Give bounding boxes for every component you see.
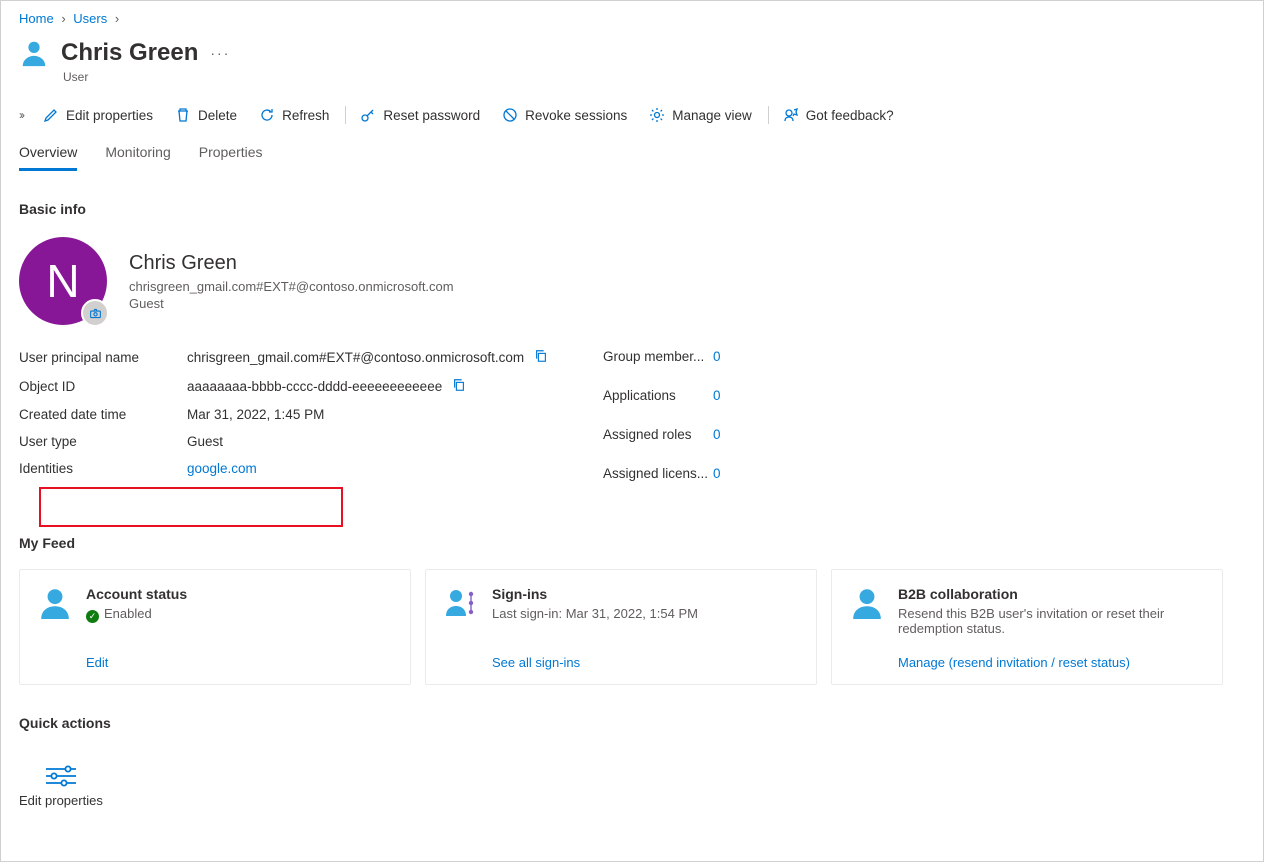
delete-button[interactable]: Delete [175,107,237,123]
upn-label: User principal name [19,350,187,365]
copy-icon [534,349,548,363]
tab-monitoring[interactable]: Monitoring [105,144,170,171]
user-type-label: User type [19,434,187,449]
avatar-initial: N [46,254,79,308]
basic-info-heading: Basic info [19,201,1263,217]
quick-action-label: Edit properties [19,793,103,808]
feedback-icon [783,107,799,123]
reset-password-button[interactable]: Reset password [360,107,480,123]
b2b-title: B2B collaboration [898,586,1204,602]
manage-view-button[interactable]: Manage view [649,107,752,123]
object-id-label: Object ID [19,379,187,394]
breadcrumb-users[interactable]: Users [73,11,107,26]
refresh-button[interactable]: Refresh [259,107,329,123]
person-icon [850,586,884,625]
chevron-right-icon: › [115,11,119,26]
applications-value[interactable]: 0 [713,388,721,403]
person-icon [19,38,49,68]
command-bar: ›› Edit properties Delete Refresh Reset … [19,106,1263,124]
b2b-manage-link[interactable]: Manage (resend invitation / reset status… [850,645,1204,670]
account-status-value: ✓ Enabled [86,606,187,623]
identities-value[interactable]: google.com [187,461,257,476]
trash-icon [175,107,191,123]
camera-icon [89,307,102,320]
feedback-label: Got feedback? [806,108,894,123]
feedback-button[interactable]: Got feedback? [783,107,894,123]
breadcrumb-home[interactable]: Home [19,11,54,26]
profile-type: Guest [129,296,454,311]
quick-action-edit-properties[interactable]: Edit properties [19,765,103,808]
gear-icon [649,107,665,123]
user-type-value: Guest [187,434,223,449]
sign-ins-subtitle: Last sign-in: Mar 31, 2022, 1:54 PM [492,606,698,621]
identities-label: Identities [19,461,187,476]
profile-upn: chrisgreen_gmail.com#EXT#@contoso.onmicr… [129,279,454,294]
edit-properties-label: Edit properties [66,108,153,123]
reset-password-label: Reset password [383,108,480,123]
avatar: N [19,237,107,325]
breadcrumb: Home › Users › [19,11,1263,26]
signins-icon [444,586,478,625]
block-icon [502,107,518,123]
refresh-label: Refresh [282,108,329,123]
created-value: Mar 31, 2022, 1:45 PM [187,407,324,422]
tab-overview[interactable]: Overview [19,144,77,171]
applications-label: Applications [603,388,713,403]
b2b-subtitle: Resend this B2B user's invitation or res… [898,606,1204,636]
sign-ins-title: Sign-ins [492,586,698,602]
page-title: Chris Green [61,39,198,67]
b2b-collaboration-card: B2B collaboration Resend this B2B user's… [831,569,1223,685]
profile-name: Chris Green [129,252,454,275]
assigned-licenses-value[interactable]: 0 [713,466,721,481]
tab-properties[interactable]: Properties [199,144,263,171]
edit-properties-button[interactable]: Edit properties [43,107,153,123]
assigned-roles-value[interactable]: 0 [713,427,721,442]
revoke-sessions-button[interactable]: Revoke sessions [502,107,627,123]
refresh-icon [259,107,275,123]
account-status-edit-link[interactable]: Edit [38,645,392,670]
assigned-licenses-label: Assigned licens... [603,466,713,481]
expand-sidebar-icon[interactable]: ›› [19,108,23,122]
assigned-roles-label: Assigned roles [603,427,713,442]
manage-view-label: Manage view [672,108,752,123]
pencil-icon [43,107,59,123]
chevron-right-icon: › [61,11,65,26]
account-status-card: Account status ✓ Enabled Edit [19,569,411,685]
object-id-value: aaaaaaaa-bbbb-cccc-dddd-eeeeeeeeeeee [187,379,442,394]
person-icon [38,586,72,625]
see-all-sign-ins-link[interactable]: See all sign-ins [444,645,798,670]
quick-actions-heading: Quick actions [19,715,1263,731]
copy-object-id-button[interactable] [452,378,466,395]
group-memberships-value[interactable]: 0 [713,349,721,364]
copy-upn-button[interactable] [534,349,548,366]
upn-value: chrisgreen_gmail.com#EXT#@contoso.onmicr… [187,350,524,365]
created-label: Created date time [19,407,187,422]
delete-label: Delete [198,108,237,123]
sign-ins-card: Sign-ins Last sign-in: Mar 31, 2022, 1:5… [425,569,817,685]
edit-photo-button[interactable] [81,299,109,327]
group-memberships-label: Group member... [603,349,713,364]
tab-bar: Overview Monitoring Properties [19,144,1263,171]
account-status-text: Enabled [104,606,152,621]
toolbar-divider [768,106,769,124]
my-feed-heading: My Feed [19,535,1263,551]
page-subtitle: User [63,70,1263,84]
more-button[interactable]: ··· [210,45,230,61]
account-status-title: Account status [86,586,187,602]
key-icon [360,107,376,123]
toolbar-divider [345,106,346,124]
check-icon: ✓ [86,610,99,623]
sliders-icon [44,765,78,787]
revoke-sessions-label: Revoke sessions [525,108,627,123]
copy-icon [452,378,466,392]
